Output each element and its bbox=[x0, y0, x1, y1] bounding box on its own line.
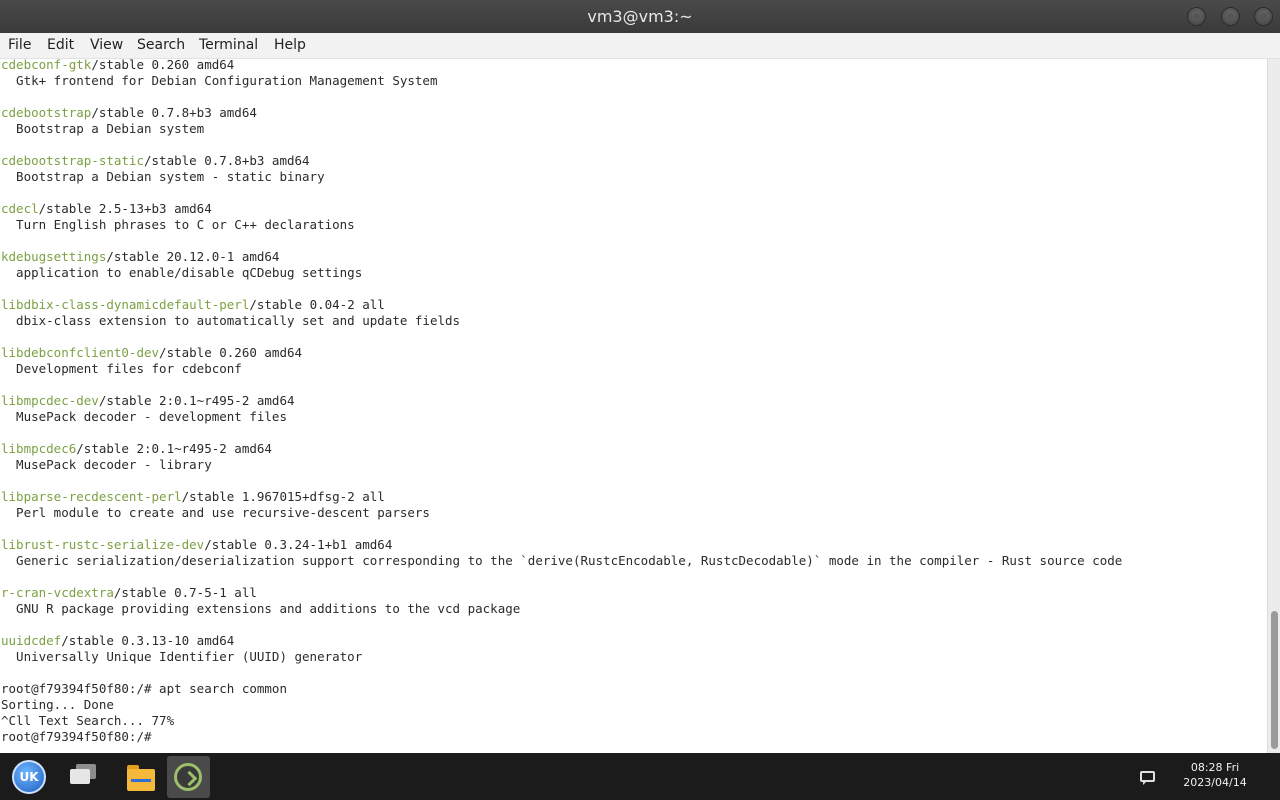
shell-line: Sorting... Done bbox=[1, 697, 114, 712]
package-version: /stable 0.7-5-1 all bbox=[113, 585, 257, 600]
shell-line: ^Cll Text Search... 77% bbox=[1, 713, 175, 728]
package-name: uuidcdef bbox=[1, 633, 62, 648]
menu-search[interactable]: Search bbox=[137, 37, 185, 53]
package-header-line: libdebconfclient0-dev/stable 0.260 amd64 bbox=[1, 345, 302, 361]
package-description: GNU R package providing extensions and a… bbox=[1, 601, 521, 616]
window-titlebar[interactable]: vm3@vm3:~ bbox=[0, 0, 1280, 33]
package-description: Gtk+ frontend for Debian Configuration M… bbox=[1, 73, 438, 88]
terminal-task-icon[interactable] bbox=[167, 756, 210, 798]
menu-bar: File Edit View Search Terminal Help bbox=[0, 33, 1280, 59]
menu-terminal[interactable]: Terminal bbox=[199, 37, 258, 53]
package-header-line: r-cran-vcdextra/stable 0.7-5-1 all bbox=[1, 585, 257, 601]
package-version: /stable 2.5-13+b3 amd64 bbox=[38, 201, 212, 216]
package-description: MusePack decoder - development files bbox=[1, 409, 287, 424]
package-description: Generic serialization/deserialization su… bbox=[1, 553, 1123, 568]
package-description: Perl module to create and use recursive-… bbox=[1, 505, 430, 520]
package-header-line: cdebconf-gtk/stable 0.260 amd64 bbox=[1, 59, 234, 73]
shell-line: root@f79394f50f80:/# bbox=[1, 729, 152, 744]
package-version: /stable 0.04-2 all bbox=[249, 297, 385, 312]
package-header-line: kdebugsettings/stable 20.12.0-1 amd64 bbox=[1, 249, 279, 265]
package-description: Turn English phrases to C or C++ declara… bbox=[1, 217, 355, 232]
menu-help[interactable]: Help bbox=[274, 37, 306, 53]
package-header-line: cdecl/stable 2.5-13+b3 amd64 bbox=[1, 201, 212, 217]
package-name: libmpcdec6 bbox=[1, 441, 77, 456]
package-version: /stable 20.12.0-1 amd64 bbox=[106, 249, 280, 264]
file-manager-icon[interactable] bbox=[121, 757, 161, 797]
package-version: /stable 0.260 amd64 bbox=[159, 345, 303, 360]
minimize-button[interactable] bbox=[1187, 7, 1206, 26]
clock-time: 08:28 Fri bbox=[1190, 761, 1240, 774]
package-name: librust-rustc-serialize-dev bbox=[1, 537, 205, 552]
show-windows-icon[interactable] bbox=[62, 757, 102, 797]
package-header-line: uuidcdef/stable 0.3.13-10 amd64 bbox=[1, 633, 234, 649]
package-description: Universally Unique Identifier (UUID) gen… bbox=[1, 649, 363, 664]
package-version: /stable 0.260 amd64 bbox=[91, 59, 235, 72]
menu-view[interactable]: View bbox=[90, 37, 123, 53]
package-name: cdecl bbox=[1, 201, 39, 216]
package-description: application to enable/disable qCDebug se… bbox=[1, 265, 363, 280]
package-version: /stable 2:0.1~r495-2 amd64 bbox=[98, 393, 295, 408]
taskbar: UK 08:28 Fri 2023/04/14 bbox=[0, 753, 1280, 800]
package-description: MusePack decoder - library bbox=[1, 457, 212, 472]
terminal-scrollbar[interactable] bbox=[1267, 59, 1280, 753]
package-name: libdbix-class-dynamicdefault-perl bbox=[1, 297, 250, 312]
close-button[interactable] bbox=[1254, 7, 1273, 26]
package-description: dbix-class extension to automatically se… bbox=[1, 313, 461, 328]
window-title: vm3@vm3:~ bbox=[587, 7, 693, 26]
package-name: libparse-recdescent-perl bbox=[1, 489, 182, 504]
menu-file[interactable]: File bbox=[8, 37, 31, 53]
terminal-output[interactable]: cdebconf-gtk/stable 0.260 amd64 Gtk+ fro… bbox=[0, 59, 1267, 753]
package-name: kdebugsettings bbox=[1, 249, 107, 264]
package-version: /stable 2:0.1~r495-2 amd64 bbox=[76, 441, 272, 456]
scrollbar-thumb[interactable] bbox=[1271, 611, 1278, 749]
package-version: /stable 0.7.8+b3 amd64 bbox=[144, 153, 310, 168]
package-version: /stable 1.967015+dfsg-2 all bbox=[181, 489, 385, 504]
package-header-line: cdebootstrap/stable 0.7.8+b3 amd64 bbox=[1, 105, 257, 121]
package-name: libmpcdec-dev bbox=[1, 393, 99, 408]
package-name: r-cran-vcdextra bbox=[1, 585, 114, 600]
package-version: /stable 0.3.24-1+b1 amd64 bbox=[204, 537, 393, 552]
package-header-line: cdebootstrap-static/stable 0.7.8+b3 amd6… bbox=[1, 153, 310, 169]
package-name: cdebootstrap-static bbox=[1, 153, 144, 168]
maximize-button[interactable] bbox=[1221, 7, 1240, 26]
package-name: libdebconfclient0-dev bbox=[1, 345, 160, 360]
package-description: Bootstrap a Debian system - static binar… bbox=[1, 169, 325, 184]
package-name: cdebootstrap bbox=[1, 105, 92, 120]
package-description: Bootstrap a Debian system bbox=[1, 121, 205, 136]
package-header-line: libmpcdec6/stable 2:0.1~r495-2 amd64 bbox=[1, 441, 272, 457]
package-version: /stable 0.7.8+b3 amd64 bbox=[91, 105, 257, 120]
notification-icon[interactable] bbox=[1140, 771, 1155, 785]
clock-date: 2023/04/14 bbox=[1183, 776, 1247, 789]
package-header-line: librust-rustc-serialize-dev/stable 0.3.2… bbox=[1, 537, 392, 553]
shell-line: root@f79394f50f80:/# apt search common bbox=[1, 681, 287, 696]
package-version: /stable 0.3.13-10 amd64 bbox=[61, 633, 235, 648]
package-header-line: libmpcdec-dev/stable 2:0.1~r495-2 amd64 bbox=[1, 393, 295, 409]
package-description: Development files for cdebconf bbox=[1, 361, 242, 376]
start-menu-icon[interactable]: UK bbox=[12, 760, 46, 794]
clock[interactable]: 08:28 Fri 2023/04/14 bbox=[1172, 760, 1258, 790]
package-header-line: libdbix-class-dynamicdefault-perl/stable… bbox=[1, 297, 385, 313]
package-name: cdebconf-gtk bbox=[1, 59, 92, 72]
package-header-line: libparse-recdescent-perl/stable 1.967015… bbox=[1, 489, 385, 505]
menu-edit[interactable]: Edit bbox=[47, 37, 74, 53]
